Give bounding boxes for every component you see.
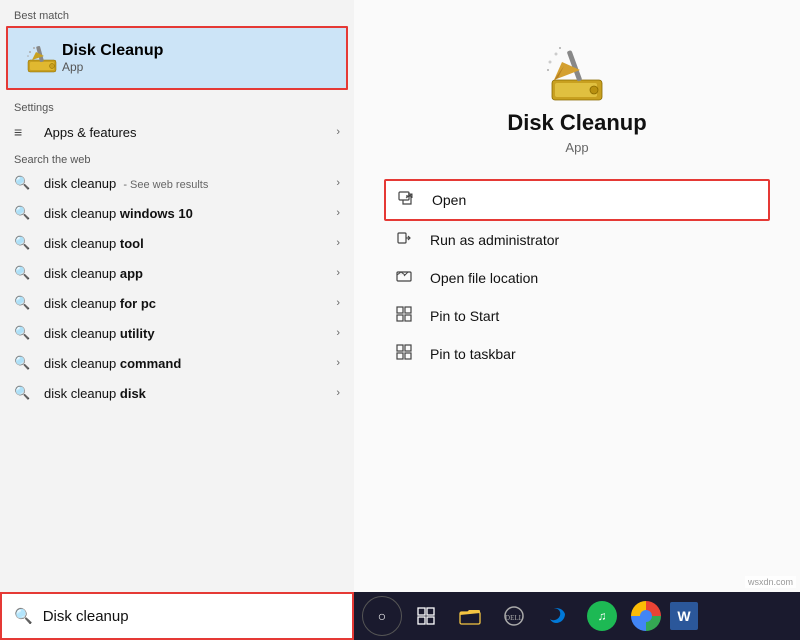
apps-features-chevron: › xyxy=(336,126,340,138)
search-icon-5: 🔍 xyxy=(14,325,34,341)
web-result-5[interactable]: 🔍 disk cleanup utility › xyxy=(0,318,354,348)
apps-features-label: Apps & features xyxy=(44,125,336,140)
taskbar: ○ DELL ♫ W xyxy=(354,592,800,640)
result-text-7: disk cleanup disk xyxy=(44,386,336,401)
result-text-1: disk cleanup windows 10 xyxy=(44,206,336,221)
app-subtitle: App xyxy=(565,140,588,155)
svg-text:DELL: DELL xyxy=(505,614,523,622)
best-match-text: Disk Cleanup App xyxy=(62,42,163,74)
search-icon-3: 🔍 xyxy=(14,265,34,281)
search-web-label: Search the web xyxy=(0,148,354,168)
file-explorer-btn[interactable] xyxy=(450,596,490,636)
open-icon xyxy=(398,190,420,210)
search-icon-6: 🔍 xyxy=(14,355,34,371)
pin-to-taskbar-icon xyxy=(396,344,418,364)
web-result-6[interactable]: 🔍 disk cleanup command › xyxy=(0,348,354,378)
spotify-icon: ♫ xyxy=(587,601,617,631)
search-bar[interactable]: 🔍 xyxy=(0,592,354,640)
chrome-icon xyxy=(631,601,661,631)
open-label: Open xyxy=(432,192,466,208)
pin-to-start-label: Pin to Start xyxy=(430,308,499,324)
run-as-admin-action[interactable]: Run as administrator xyxy=(384,221,770,259)
edge-btn[interactable] xyxy=(538,596,578,636)
spotify-btn[interactable]: ♫ xyxy=(582,596,622,636)
open-action[interactable]: Open xyxy=(384,179,770,221)
open-file-location-action[interactable]: Open file location xyxy=(384,259,770,297)
app-title: Disk Cleanup xyxy=(507,110,646,136)
web-result-3[interactable]: 🔍 disk cleanup app › xyxy=(0,258,354,288)
word-btn[interactable]: W xyxy=(670,602,698,630)
run-as-admin-icon xyxy=(396,230,418,250)
result-text-4: disk cleanup for pc xyxy=(44,296,336,311)
watermark: wsxdn.com xyxy=(745,576,796,588)
search-taskbar-btn[interactable]: ○ xyxy=(362,596,402,636)
web-result-7[interactable]: 🔍 disk cleanup disk › xyxy=(0,378,354,408)
best-match-title: Disk Cleanup xyxy=(62,42,163,60)
task-view-icon xyxy=(417,607,435,625)
chrome-btn[interactable] xyxy=(626,596,666,636)
right-panel: Disk Cleanup App Open Ru xyxy=(354,0,800,640)
web-result-1[interactable]: 🔍 disk cleanup windows 10 › xyxy=(0,198,354,228)
result-text-0: disk cleanup - See web results xyxy=(44,176,336,191)
best-match-item[interactable]: Disk Cleanup App xyxy=(6,26,348,90)
search-bar-icon: 🔍 xyxy=(14,607,33,625)
search-icon-4: 🔍 xyxy=(14,295,34,311)
file-explorer-icon xyxy=(459,607,481,625)
action-list: Open Run as administrator Open file xyxy=(354,179,800,373)
disk-cleanup-icon-small xyxy=(22,38,62,78)
apps-features-icon: ≡ xyxy=(14,124,34,140)
result-text-2: disk cleanup tool xyxy=(44,236,336,251)
result-text-3: disk cleanup app xyxy=(44,266,336,281)
open-file-location-icon xyxy=(396,268,418,288)
search-icon-7: 🔍 xyxy=(14,385,34,401)
disk-cleanup-icon-large xyxy=(542,40,612,110)
result-text-5: disk cleanup utility xyxy=(44,326,336,341)
web-result-2[interactable]: 🔍 disk cleanup tool › xyxy=(0,228,354,258)
search-icon-0: 🔍 xyxy=(14,175,34,191)
apps-features-item[interactable]: ≡ Apps & features › xyxy=(0,116,354,148)
open-file-location-label: Open file location xyxy=(430,270,538,286)
pin-to-start-action[interactable]: Pin to Start xyxy=(384,297,770,335)
search-icon-1: 🔍 xyxy=(14,205,34,221)
settings-label: Settings xyxy=(0,96,354,116)
search-taskbar-icon: ○ xyxy=(378,608,386,624)
best-match-app-label: App xyxy=(62,60,163,74)
edge-icon xyxy=(548,606,568,626)
pin-to-taskbar-label: Pin to taskbar xyxy=(430,346,516,362)
search-panel: Best match Disk Cleanup App Settings ≡ A… xyxy=(0,0,354,640)
web-result-4[interactable]: 🔍 disk cleanup for pc › xyxy=(0,288,354,318)
pin-to-taskbar-action[interactable]: Pin to taskbar xyxy=(384,335,770,373)
pin-to-start-icon xyxy=(396,306,418,326)
word-icon: W xyxy=(677,608,690,624)
web-result-0[interactable]: 🔍 disk cleanup - See web results › xyxy=(0,168,354,198)
search-input[interactable] xyxy=(43,608,340,625)
result-text-6: disk cleanup command xyxy=(44,356,336,371)
task-view-btn[interactable] xyxy=(406,596,446,636)
run-as-admin-label: Run as administrator xyxy=(430,232,559,248)
dell-btn[interactable]: DELL xyxy=(494,596,534,636)
dell-icon: DELL xyxy=(503,605,525,627)
best-match-label: Best match xyxy=(0,0,354,26)
search-icon-2: 🔍 xyxy=(14,235,34,251)
